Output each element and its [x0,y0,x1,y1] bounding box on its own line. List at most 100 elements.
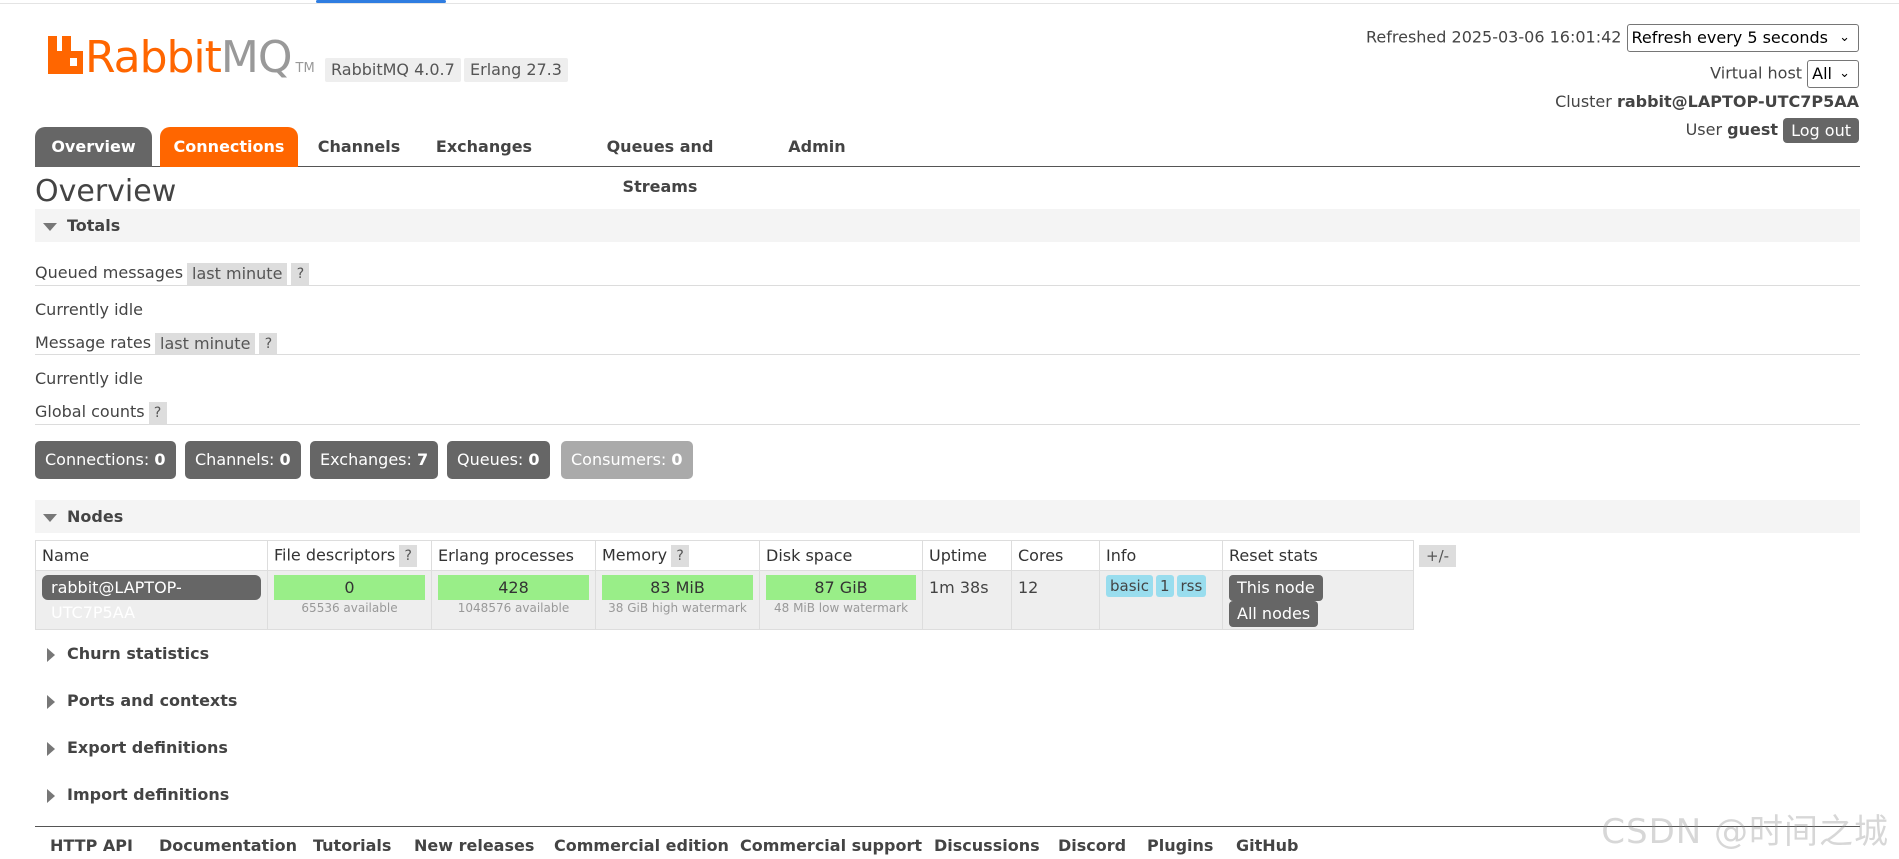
section-title: Import definitions [67,785,230,804]
reset-all-nodes-button[interactable]: All nodes [1229,601,1319,627]
message-rates-label: Message rates [35,333,152,352]
footer-link-discussions[interactable]: Discussions [934,836,1040,855]
logo-text-mq: MQ [220,32,293,83]
count-label: Queues: [457,450,524,469]
memory-watermark: 38 GiB high watermark [608,601,747,615]
cell-erlang-processes: 428 1048576 available [431,570,596,630]
count-value: 7 [417,450,429,469]
vhost-row: Virtual host All ⌄ [1710,60,1859,88]
cell-reset-stats: This nodeAll nodes [1222,570,1414,630]
help-icon[interactable]: ? [259,332,278,355]
reset-this-node-button[interactable]: This node [1229,575,1323,601]
collapsed-triangle-icon [47,741,55,756]
fd-available: 65536 available [301,601,398,615]
col-name[interactable]: Name [35,540,268,571]
footer-link-github[interactable]: GitHub [1236,836,1299,855]
refresh-interval-select[interactable]: Refresh every 5 seconds ⌄ [1626,24,1859,52]
footer-link-discord[interactable]: Discord [1058,836,1126,855]
divider [35,354,1860,355]
logo-trademark: TM [295,61,315,76]
vhost-select[interactable]: All ⌄ [1807,60,1859,88]
global-counts-row: Global counts? [35,400,167,424]
info-tag-rss: rss [1176,575,1207,597]
export-definitions-section[interactable]: Export definitions [35,736,228,760]
cell-info: basic 1 rss [1099,570,1223,630]
exchanges-count-button[interactable]: Exchanges: 7 [310,441,439,479]
section-title: Ports and contexts [67,691,238,710]
tab-connections[interactable]: Connections [160,127,298,167]
toggle-columns-button[interactable]: +/- [1419,545,1457,567]
fd-bar: 0 [274,575,425,600]
cluster-name: rabbit@LAPTOP-UTC7P5AA [1616,92,1859,111]
count-label: Exchanges: [320,450,412,469]
tab-queues-and-streams[interactable]: Queues and Streams [570,127,750,196]
connections-count-button[interactable]: Connections: 0 [35,441,176,479]
info-tag-basic: basic [1106,575,1153,597]
loading-indicator [316,0,446,3]
footer-link-http-api[interactable]: HTTP API [50,836,133,855]
chevron-down-icon: ⌄ [1839,66,1850,81]
help-icon[interactable]: ? [671,544,690,567]
footer-link-documentation[interactable]: Documentation [159,836,297,855]
col-file-descriptors: File descriptors? [267,540,432,571]
rates-range-selector[interactable]: last minute [155,332,256,355]
message-rates-row: Message rates last minute? [35,331,278,355]
main-nav-tabs: Overview Connections Channels Exchanges … [35,127,1860,196]
table-header-row: Name File descriptors? Erlang processes … [35,540,1414,571]
uptime-value: 1m 38s [929,578,989,597]
queued-messages-row: Queued messages last minute? [35,261,310,285]
import-definitions-section[interactable]: Import definitions [35,783,229,807]
cell-disk-space: 87 GiB 48 MiB low watermark [759,570,923,630]
page-title: Overview [35,174,177,209]
footer-link-new-releases[interactable]: New releases [414,836,534,855]
help-icon[interactable]: ? [148,401,167,424]
totals-title: Totals [67,216,121,235]
rates-idle-text: Currently idle [35,369,143,388]
proc-available: 1048576 available [457,601,570,615]
collapsed-triangle-icon [47,788,55,803]
tab-channels[interactable]: Channels [314,127,404,167]
vhost-label: Virtual host [1710,63,1803,83]
vhost-select-value: All [1812,64,1832,83]
disk-watermark: 48 MiB low watermark [773,601,909,615]
channels-count-button[interactable]: Channels: 0 [185,441,301,479]
divider [35,424,1860,425]
count-label: Channels: [195,450,275,469]
nodes-table: Name File descriptors? Erlang processes … [35,540,1414,630]
queued-range-selector[interactable]: last minute [187,262,288,285]
footer-link-commercial-edition[interactable]: Commercial edition [554,836,729,855]
cluster-row: Cluster rabbit@LAPTOP-UTC7P5AA [1555,92,1859,111]
cell-cores: 12 [1011,570,1100,630]
footer-link-tutorials[interactable]: Tutorials [313,836,391,855]
cell-file-descriptors: 0 65536 available [267,570,432,630]
count-label: Connections: [45,450,150,469]
tab-overview[interactable]: Overview [35,127,152,167]
help-icon[interactable]: ? [399,544,418,567]
count-value: 0 [279,450,291,469]
footer-link-plugins[interactable]: Plugins [1147,836,1213,855]
count-value: 0 [671,450,683,469]
collapsed-triangle-icon [47,647,55,662]
count-value: 0 [154,450,166,469]
count-label: Consumers: [571,450,667,469]
footer-link-commercial-support[interactable]: Commercial support [740,836,922,855]
rabbitmq-logo[interactable]: Rabbit MQ TM [48,32,315,80]
nodes-section-header[interactable]: Nodes [35,500,1860,533]
totals-section-header[interactable]: Totals [35,209,1860,242]
col-reset-stats: Reset stats [1222,540,1414,571]
count-value: 0 [528,450,540,469]
queues-count-button[interactable]: Queues: 0 [447,441,550,479]
col-cores: Cores [1011,540,1100,571]
erlang-version-badge: Erlang 27.3 [464,58,568,82]
tab-admin[interactable]: Admin [784,127,850,167]
ports-and-contexts-section[interactable]: Ports and contexts [35,689,237,713]
chevron-down-icon: ⌄ [1839,30,1850,45]
help-icon[interactable]: ? [291,262,310,285]
cell-uptime: 1m 38s [922,570,1012,630]
logo-text-rabbit: Rabbit [85,32,222,83]
browser-top-strip [0,0,1899,4]
churn-statistics-section[interactable]: Churn statistics [35,642,209,666]
tab-exchanges[interactable]: Exchanges [434,127,534,167]
expanded-triangle-icon [43,222,57,231]
node-name-link[interactable]: rabbit@LAPTOP-UTC7P5AA [42,575,261,622]
